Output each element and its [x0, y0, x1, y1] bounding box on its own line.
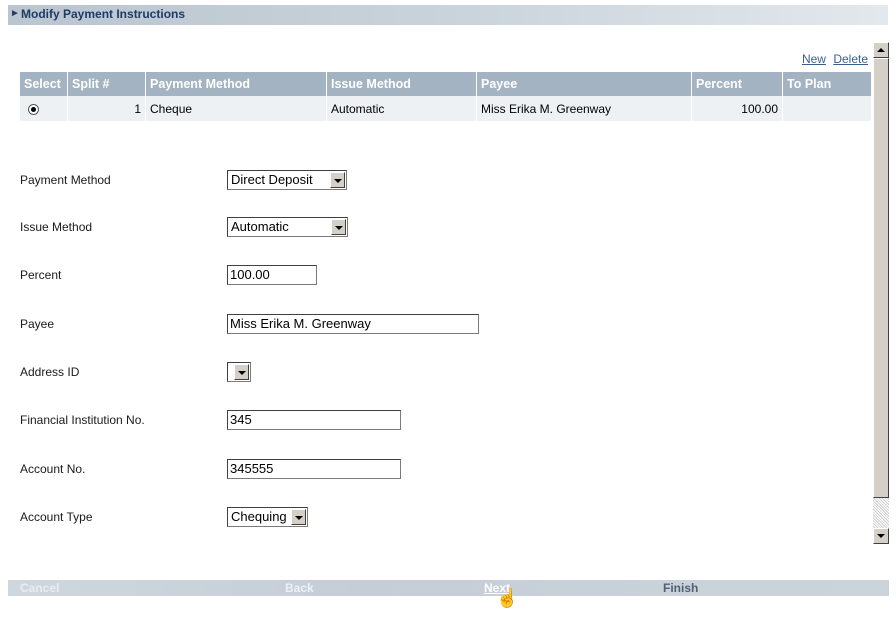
title-arrow-icon: ► — [10, 8, 20, 19]
payment-method-value: Direct Deposit — [231, 172, 313, 187]
issue-method-value: Automatic — [231, 219, 289, 234]
hand-cursor-icon: ☝ — [496, 588, 519, 608]
row-actions: New Delete — [798, 52, 868, 66]
issue-method-dropdown-icon[interactable] — [331, 219, 346, 235]
percent-input[interactable]: 100.00 — [227, 265, 317, 285]
table-row[interactable]: 1 Cheque Automatic Miss Erika M. Greenwa… — [20, 96, 871, 121]
payee-input[interactable]: Miss Erika M. Greenway — [227, 314, 479, 334]
percent-cell: 100.00 — [691, 96, 783, 121]
finish-button[interactable]: Finish — [663, 581, 698, 595]
scroll-thumb[interactable] — [873, 58, 889, 498]
column-header-to-plan[interactable]: To Plan — [782, 72, 871, 96]
vertical-scrollbar[interactable] — [873, 42, 889, 544]
percent-label: Percent — [20, 268, 62, 282]
account-type-label: Account Type — [20, 510, 93, 524]
column-header-payment-method[interactable]: Payment Method — [145, 72, 327, 96]
issue-method-select[interactable]: Automatic — [227, 217, 348, 237]
split-cell: 1 — [67, 96, 146, 121]
scroll-track[interactable] — [873, 498, 889, 528]
new-link[interactable]: New — [802, 52, 826, 66]
delete-link[interactable]: Delete — [833, 52, 868, 66]
title-bar: ► Modify Payment Instructions — [8, 5, 888, 25]
payment-method-cell: Cheque — [145, 96, 327, 121]
column-header-select[interactable]: Select — [20, 72, 68, 96]
address-id-label: Address ID — [20, 365, 80, 379]
row-select-radio[interactable] — [28, 103, 39, 115]
wizard-footer: Cancel Back Next Finish — [8, 580, 889, 596]
account-no-input[interactable]: 345555 — [227, 459, 401, 479]
account-type-value: Chequing — [231, 509, 287, 524]
scroll-down-icon[interactable] — [873, 528, 889, 544]
payment-method-select[interactable]: Direct Deposit — [227, 170, 347, 190]
payment-method-label: Payment Method — [20, 173, 111, 187]
address-id-dropdown-icon[interactable] — [234, 364, 249, 380]
cancel-button[interactable]: Cancel — [20, 581, 59, 595]
back-button[interactable]: Back — [285, 581, 314, 595]
page-title: Modify Payment Instructions — [21, 7, 186, 21]
payment-splits-table: Select Split # Payment Method Issue Meth… — [20, 72, 871, 121]
column-header-split[interactable]: Split # — [67, 72, 146, 96]
issue-method-cell: Automatic — [326, 96, 477, 121]
payee-label: Payee — [20, 317, 55, 331]
column-header-payee[interactable]: Payee — [476, 72, 692, 96]
column-header-issue-method[interactable]: Issue Method — [326, 72, 477, 96]
address-id-select[interactable] — [227, 362, 251, 382]
to-plan-cell — [782, 96, 871, 121]
issue-method-label: Issue Method — [20, 220, 93, 234]
scroll-up-icon[interactable] — [873, 42, 889, 58]
account-no-label: Account No. — [20, 462, 86, 476]
account-type-dropdown-icon[interactable] — [291, 509, 306, 525]
account-type-select[interactable]: Chequing — [227, 507, 308, 527]
financial-institution-input[interactable]: 345 — [227, 410, 401, 430]
payment-method-dropdown-icon[interactable] — [330, 172, 345, 188]
select-cell[interactable] — [20, 96, 68, 121]
payee-cell: Miss Erika M. Greenway — [476, 96, 692, 121]
financial-institution-label: Financial Institution No. — [20, 413, 145, 427]
table-header-row: Select Split # Payment Method Issue Meth… — [20, 72, 871, 96]
main-content: New Delete Select Split # Payment Method… — [0, 40, 872, 545]
column-header-percent[interactable]: Percent — [691, 72, 783, 96]
